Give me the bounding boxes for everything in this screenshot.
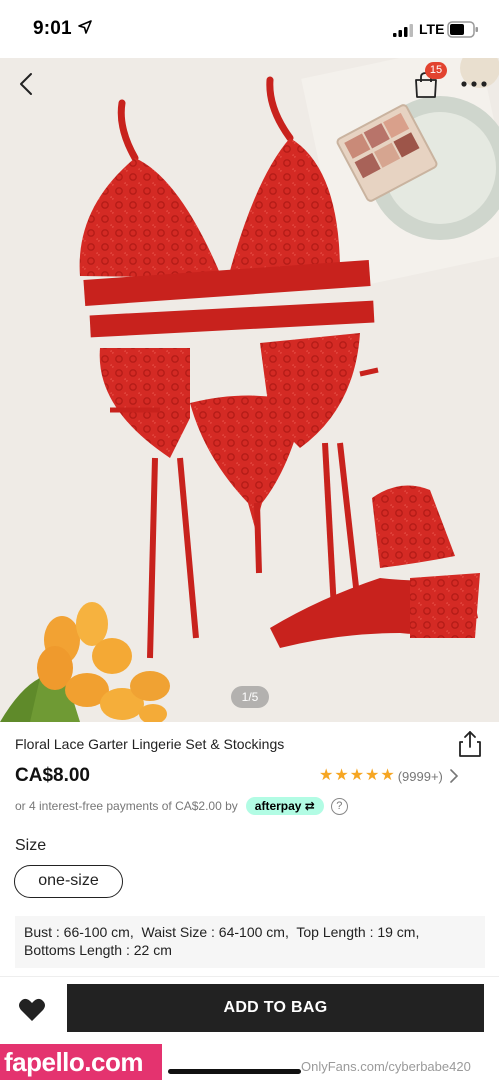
product-image-gallery[interactable]: 15 1/5 <box>0 58 499 722</box>
chevron-right-icon <box>450 769 459 783</box>
review-count: (9999+) <box>397 768 443 784</box>
afterpay-label: afterpay <box>254 799 302 813</box>
afterpay-badge: afterpay ⇄ <box>245 797 324 815</box>
size-label: Size <box>15 837 47 854</box>
back-button[interactable] <box>14 70 42 98</box>
signal-icon <box>393 24 413 37</box>
top-length-label: Top Length <box>296 924 366 940</box>
waist-value: : 64-100 cm, <box>211 924 289 940</box>
share-icon[interactable] <box>458 730 482 758</box>
more-options-button[interactable] <box>460 76 488 92</box>
bag-count-badge: 15 <box>425 62 447 79</box>
status-bar: 9:01 LTE <box>0 0 499 58</box>
section-divider <box>0 822 499 832</box>
bust-value: : 66-100 cm, <box>55 924 134 940</box>
watermark-text: OnlyFans.com/cyberbabe420 <box>301 1059 471 1074</box>
status-time: 9:01 <box>33 18 72 39</box>
bottoms-length-value: : 22 cm <box>125 942 172 958</box>
gallery-page-indicator: 1/5 <box>231 686 269 708</box>
home-indicator <box>168 1069 301 1074</box>
installments-row: or 4 interest-free payments of CA$2.00 b… <box>15 797 348 815</box>
network-label: LTE <box>419 21 445 37</box>
top-length-value: : 19 cm, <box>369 924 420 940</box>
watermark-logo: fapello.com <box>0 1044 162 1080</box>
add-to-bag-button[interactable]: ADD TO BAG <box>67 984 484 1032</box>
location-arrow-icon <box>78 20 92 34</box>
product-rating[interactable]: ★ ★ ★ ★ ★ (9999+) <box>319 767 459 785</box>
star-icon: ★ <box>380 767 395 784</box>
size-option-one-size[interactable]: one-size <box>14 865 123 898</box>
battery-icon <box>447 21 478 38</box>
heart-icon[interactable] <box>18 997 46 1023</box>
bust-label: Bust <box>24 924 53 940</box>
star-icon: ★ <box>349 767 365 784</box>
star-icon: ★ <box>365 767 380 784</box>
star-icon: ★ <box>334 767 349 784</box>
help-icon[interactable]: ? <box>330 797 348 815</box>
installments-text: or 4 interest-free payments of CA$2.00 b… <box>15 799 238 813</box>
product-title: Floral Lace Garter Lingerie Set & Stocki… <box>15 736 285 752</box>
product-photo <box>0 58 499 722</box>
star-icon: ★ <box>319 767 334 784</box>
waist-label: Waist Size <box>141 924 208 940</box>
bottom-action-bar: ADD TO BAG fapello.com OnlyFans.com/cybe… <box>0 976 499 1080</box>
product-price: CA$8.00 <box>15 765 90 786</box>
size-measurements: Bust : 66-100 cm, Waist Size : 64-100 cm… <box>15 916 485 968</box>
bottoms-length-label: Bottoms Length <box>24 942 123 958</box>
decor-tulips <box>0 602 170 722</box>
